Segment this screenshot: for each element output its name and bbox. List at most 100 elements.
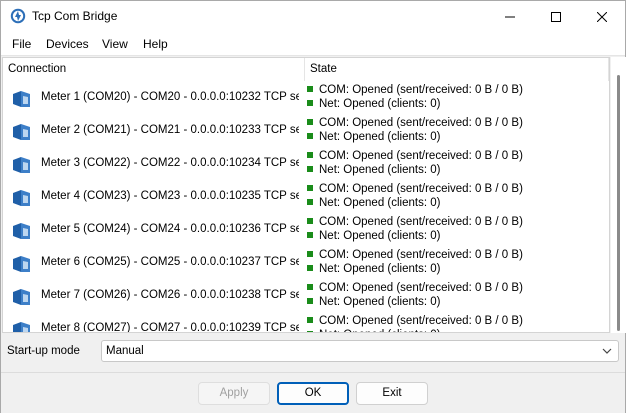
- menu-devices[interactable]: Devices: [46, 37, 89, 51]
- status-ok-icon: [307, 231, 313, 238]
- row-com-state: COM: Opened (sent/received: 0 B / 0 B): [307, 150, 523, 162]
- row-net-state-text: Net: Opened (clients: 0): [319, 230, 441, 242]
- row-com-state-text: COM: Opened (sent/received: 0 B / 0 B): [319, 84, 523, 96]
- exit-button[interactable]: Exit: [356, 382, 428, 405]
- row-com-state-text: COM: Opened (sent/received: 0 B / 0 B): [319, 249, 523, 261]
- status-ok-icon: [307, 250, 313, 257]
- app-icon: [10, 8, 26, 24]
- table-row[interactable]: Meter 4 (COM23) - COM23 - 0.0.0.0:10235 …: [3, 180, 609, 213]
- status-ok-icon: [307, 283, 313, 290]
- row-com-state: COM: Opened (sent/received: 0 B / 0 B): [307, 282, 523, 294]
- status-ok-icon: [307, 316, 313, 323]
- meter-device-icon: [11, 220, 33, 242]
- row-connection: Meter 7 (COM26) - COM26 - 0.0.0.0:10238 …: [41, 289, 299, 301]
- status-ok-icon: [307, 118, 313, 125]
- status-ok-icon: [307, 330, 313, 332]
- meter-device-icon: [11, 319, 33, 332]
- row-com-state-text: COM: Opened (sent/received: 0 B / 0 B): [319, 117, 523, 129]
- status-ok-icon: [307, 184, 313, 191]
- scrollbar-thumb[interactable]: [617, 75, 620, 331]
- row-net-state-text: Net: Opened (clients: 0): [319, 197, 441, 209]
- row-com-state-text: COM: Opened (sent/received: 0 B / 0 B): [319, 315, 523, 327]
- app-window: Tcp Com Bridge File Devices View Help Co…: [0, 0, 626, 413]
- row-connection: Meter 3 (COM22) - COM22 - 0.0.0.0:10234 …: [41, 157, 299, 169]
- status-ok-icon: [307, 99, 313, 106]
- row-com-state-text: COM: Opened (sent/received: 0 B / 0 B): [319, 150, 523, 162]
- row-connection: Meter 1 (COM20) - COM20 - 0.0.0.0:10232 …: [41, 91, 299, 103]
- chevron-down-icon: [602, 348, 612, 354]
- row-connection: Meter 6 (COM25) - COM25 - 0.0.0.0:10237 …: [41, 256, 299, 268]
- maximize-button[interactable]: [533, 1, 579, 32]
- menu-view[interactable]: View: [102, 37, 128, 51]
- row-net-state: Net: Opened (clients: 0): [307, 131, 440, 143]
- startup-mode-select[interactable]: Manual: [101, 340, 619, 362]
- ok-button[interactable]: OK: [277, 382, 349, 405]
- startup-mode-value: Manual: [106, 345, 144, 357]
- close-icon: [597, 11, 607, 22]
- menu-help[interactable]: Help: [143, 37, 168, 51]
- apply-button[interactable]: Apply: [198, 382, 270, 405]
- row-com-state: COM: Opened (sent/received: 0 B / 0 B): [307, 249, 523, 261]
- status-ok-icon: [307, 297, 313, 304]
- row-connection: Meter 2 (COM21) - COM21 - 0.0.0.0:10233 …: [41, 124, 299, 136]
- meter-device-icon: [11, 253, 33, 275]
- table-row[interactable]: Meter 6 (COM25) - COM25 - 0.0.0.0:10237 …: [3, 246, 609, 279]
- menu-file[interactable]: File: [12, 37, 31, 51]
- row-net-state-text: Net: Opened (clients: 0): [319, 329, 440, 332]
- connections-rows: Meter 1 (COM20) - COM20 - 0.0.0.0:10232 …: [3, 81, 609, 332]
- row-net-state: Net: Opened (clients: 0): [307, 263, 440, 275]
- row-net-state-text: Net: Opened (clients: 0): [319, 164, 441, 176]
- table-row[interactable]: Meter 8 (COM27) - COM27 - 0.0.0.0:10239 …: [3, 312, 609, 332]
- row-com-state: COM: Opened (sent/received: 0 B / 0 B): [307, 315, 523, 327]
- row-net-state: Net: Opened (clients: 0): [307, 164, 440, 176]
- row-net-state: Net: Opened (clients: 0): [307, 98, 440, 110]
- table-row[interactable]: Meter 7 (COM26) - COM26 - 0.0.0.0:10238 …: [3, 279, 609, 312]
- row-com-state-text: COM: Opened (sent/received: 0 B / 0 B): [319, 282, 523, 294]
- row-net-state-text: Net: Opened (clients: 0): [319, 296, 441, 308]
- status-ok-icon: [307, 165, 313, 172]
- meter-device-icon: [11, 154, 33, 176]
- dialog-footer: Apply OK Exit: [1, 372, 625, 413]
- row-connection: Meter 8 (COM27) - COM27 - 0.0.0.0:10239 …: [41, 322, 299, 332]
- meter-device-icon: [11, 286, 33, 308]
- row-net-state: Net: Opened (clients: 0): [307, 296, 440, 308]
- table-row[interactable]: Meter 1 (COM20) - COM20 - 0.0.0.0:10232 …: [3, 81, 609, 114]
- connections-list[interactable]: Connection State Meter 1 (COM20) - COM20…: [2, 57, 610, 333]
- row-com-state-text: COM: Opened (sent/received: 0 B / 0 B): [319, 216, 523, 228]
- row-net-state-text: Net: Opened (clients: 0): [319, 131, 441, 143]
- column-header-connection[interactable]: Connection: [3, 58, 305, 81]
- row-com-state: COM: Opened (sent/received: 0 B / 0 B): [307, 216, 523, 228]
- row-com-state-text: COM: Opened (sent/received: 0 B / 0 B): [319, 183, 523, 195]
- minimize-icon: [505, 16, 515, 17]
- row-net-state: Net: Opened (clients: 0): [307, 197, 440, 209]
- row-connection: Meter 4 (COM23) - COM23 - 0.0.0.0:10235 …: [41, 190, 299, 202]
- status-ok-icon: [307, 198, 313, 205]
- column-header-state[interactable]: State: [305, 58, 609, 81]
- close-button[interactable]: [579, 1, 625, 32]
- row-net-state: Net: Opened (clients: 0): [307, 329, 440, 332]
- row-connection: Meter 5 (COM24) - COM24 - 0.0.0.0:10236 …: [41, 223, 299, 235]
- meter-device-icon: [11, 187, 33, 209]
- row-net-state: Net: Opened (clients: 0): [307, 230, 440, 242]
- status-ok-icon: [307, 132, 313, 139]
- meter-device-icon: [11, 88, 33, 110]
- row-com-state: COM: Opened (sent/received: 0 B / 0 B): [307, 117, 523, 129]
- status-ok-icon: [307, 217, 313, 224]
- vertical-scrollbar[interactable]: [610, 57, 626, 333]
- table-row[interactable]: Meter 3 (COM22) - COM22 - 0.0.0.0:10234 …: [3, 147, 609, 180]
- status-ok-icon: [307, 151, 313, 158]
- status-ok-icon: [307, 85, 313, 92]
- table-row[interactable]: Meter 2 (COM21) - COM21 - 0.0.0.0:10233 …: [3, 114, 609, 147]
- row-com-state: COM: Opened (sent/received: 0 B / 0 B): [307, 84, 523, 96]
- startup-mode-label: Start-up mode: [7, 345, 80, 357]
- minimize-button[interactable]: [487, 1, 533, 32]
- maximize-icon: [551, 11, 561, 22]
- row-com-state: COM: Opened (sent/received: 0 B / 0 B): [307, 183, 523, 195]
- row-net-state-text: Net: Opened (clients: 0): [319, 98, 441, 110]
- row-net-state-text: Net: Opened (clients: 0): [319, 263, 441, 275]
- table-row[interactable]: Meter 5 (COM24) - COM24 - 0.0.0.0:10236 …: [3, 213, 609, 246]
- title-bar[interactable]: Tcp Com Bridge: [1, 1, 625, 32]
- meter-device-icon: [11, 121, 33, 143]
- status-ok-icon: [307, 264, 313, 271]
- window-title: Tcp Com Bridge: [32, 9, 118, 23]
